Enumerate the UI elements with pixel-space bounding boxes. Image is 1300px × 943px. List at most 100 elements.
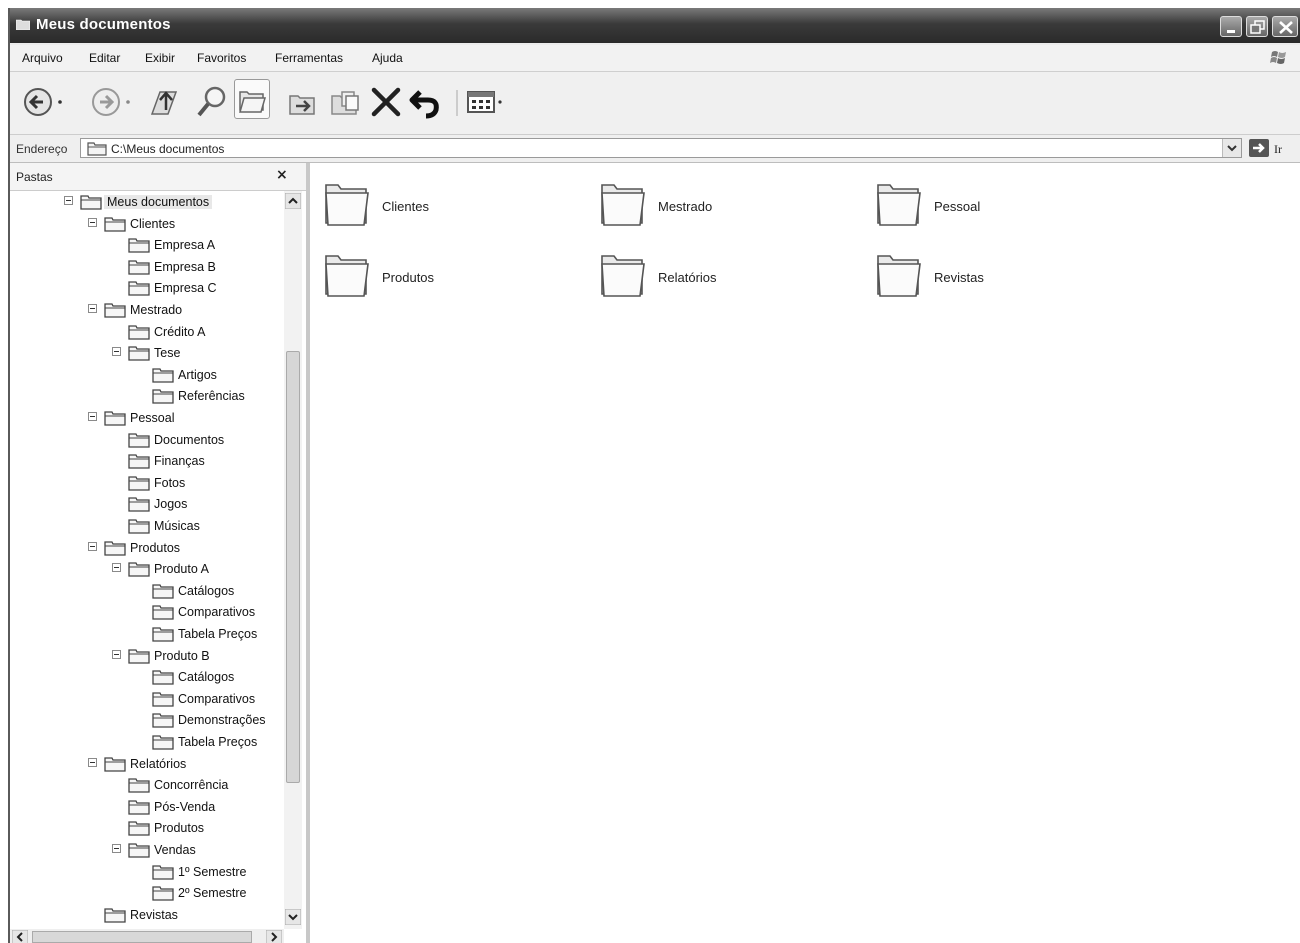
collapse-toggle[interactable]: [112, 347, 121, 357]
folder-item[interactable]: Mestrado: [598, 177, 838, 233]
close-icon: [1279, 21, 1293, 34]
scroll-up-icon[interactable]: [285, 193, 301, 209]
scroll-right-icon[interactable]: [266, 930, 282, 943]
tree-item-label: Tese: [154, 346, 181, 361]
tree-item-label: Demonstrações: [178, 713, 266, 728]
tree-item-label: Mestrado: [130, 303, 183, 317]
restore-icon: [1250, 20, 1265, 34]
folder-icon: [877, 184, 921, 226]
menu-ajuda[interactable]: Ajuda: [372, 51, 403, 65]
folder-icon: [152, 368, 174, 383]
copy-to-icon[interactable]: [328, 82, 364, 122]
tree-item-label: Revistas: [130, 907, 178, 922]
folders-pane-title: Pastas: [16, 170, 53, 184]
delete-icon[interactable]: [368, 82, 404, 122]
folder-icon: [128, 324, 150, 340]
tree-item-label: Produtos: [130, 540, 181, 555]
vertical-scrollbar[interactable]: [284, 191, 302, 929]
folder-icon: [128, 454, 150, 469]
folder-item[interactable]: Pessoal: [874, 177, 1114, 233]
views-icon[interactable]: [466, 82, 510, 122]
tree-item-label: Artigos: [178, 367, 217, 382]
scroll-left-icon[interactable]: [12, 930, 28, 943]
tree-item-label: Produto A: [154, 562, 209, 577]
address-input[interactable]: C:\Meus documentos: [80, 138, 1242, 158]
folders-icon: [239, 91, 266, 113]
folder-item[interactable]: Clientes: [322, 177, 562, 233]
folders-button[interactable]: [234, 79, 270, 119]
address-dropdown-button[interactable]: [1222, 139, 1241, 157]
folder-item-label: Revistas: [934, 270, 984, 285]
forward-icon[interactable]: [82, 82, 134, 122]
scroll-down-icon[interactable]: [285, 909, 301, 925]
tree-item-label: Pós-Venda: [154, 799, 216, 814]
folder-icon: [128, 238, 150, 253]
search-icon[interactable]: [194, 82, 230, 122]
undo-icon[interactable]: [408, 82, 444, 122]
tree-item-label: 2º Semestre: [178, 886, 247, 901]
folder-icon: [128, 346, 150, 361]
close-button[interactable]: [1272, 16, 1298, 37]
folder-icon: [128, 497, 150, 513]
menu-exibir[interactable]: Exibir: [145, 51, 175, 65]
folder-icon: [152, 692, 174, 707]
folder-item[interactable]: Revistas: [874, 248, 1114, 304]
folder-icon: [128, 281, 150, 297]
collapse-toggle[interactable]: [112, 563, 121, 573]
tree-item-label: Clientes: [130, 216, 176, 231]
folder-icon: [128, 800, 150, 815]
restore-button[interactable]: [1246, 16, 1268, 37]
folder-item[interactable]: Produtos: [322, 248, 562, 304]
minimize-button[interactable]: [1220, 16, 1242, 37]
tree-item-label: Concorrência: [154, 778, 229, 793]
up-folder-icon[interactable]: [146, 82, 182, 122]
folder-icon: [128, 843, 150, 858]
menu-arquivo[interactable]: Arquivo: [22, 51, 63, 65]
tree-item-label: Empresa C: [154, 281, 217, 296]
folder-icon: [87, 142, 107, 156]
folder-icon: [104, 411, 126, 426]
tree-item-label: Produto B: [154, 648, 210, 663]
tree-item-label: Comparativos: [178, 605, 256, 620]
folder-icon: [152, 735, 174, 750]
back-icon[interactable]: [20, 82, 64, 122]
windows-logo-icon: [1270, 51, 1286, 64]
collapse-toggle[interactable]: [112, 844, 121, 853]
scroll-thumb[interactable]: [286, 351, 300, 783]
move-to-icon[interactable]: [286, 82, 322, 122]
tree-item-label: Jogos: [154, 497, 188, 512]
collapse-toggle[interactable]: [64, 196, 73, 205]
chevron-down-icon: [1227, 145, 1237, 152]
folder-item[interactable]: Relatórios: [598, 248, 838, 304]
folder-icon: [152, 389, 174, 405]
collapse-toggle[interactable]: [88, 304, 97, 313]
collapse-toggle[interactable]: [88, 757, 97, 767]
tree-item-label: Relatórios: [130, 756, 187, 771]
collapse-toggle[interactable]: [88, 541, 97, 551]
folder-icon: [104, 908, 126, 923]
scroll-thumb-horizontal[interactable]: [32, 931, 252, 943]
menu-ferramentas[interactable]: Ferramentas: [275, 51, 343, 65]
explorer-window: Meus documentos Arquivo Editar Exibir Fa…: [8, 8, 1300, 943]
menu-favoritos[interactable]: Favoritos: [197, 51, 246, 65]
tree-item-label: Produtos: [154, 821, 205, 836]
folder-icon: [104, 303, 126, 318]
horizontal-scrollbar[interactable]: [10, 929, 284, 943]
tree-item-label: Comparativos: [178, 691, 256, 706]
folder-icon: [104, 216, 126, 232]
folder-icon: [80, 195, 102, 210]
collapse-toggle[interactable]: [88, 217, 97, 227]
tree-item-label: Referências: [178, 389, 245, 404]
folder-icon: [128, 562, 150, 577]
address-label: Endereço: [16, 142, 68, 156]
collapse-toggle[interactable]: [88, 412, 97, 421]
collapse-toggle[interactable]: [112, 649, 121, 659]
tree-item-label: Vendas: [154, 843, 196, 857]
title-bar[interactable]: Meus documentos: [10, 8, 1300, 43]
go-button[interactable]: Ir: [1248, 138, 1298, 158]
menu-editar[interactable]: Editar: [89, 51, 120, 65]
folders-pane: Pastas × Meus documentos Clientes Empres…: [10, 163, 310, 943]
folder-item-label: Clientes: [382, 199, 429, 214]
tree-item-label: Meus documentos: [104, 195, 213, 209]
close-pane-button[interactable]: ×: [276, 167, 288, 183]
